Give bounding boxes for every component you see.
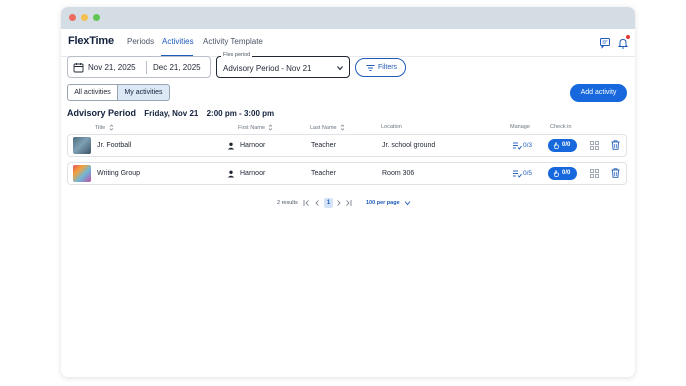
activity-thumbnail	[73, 137, 91, 154]
period-time: 2:00 pm - 3:00 pm	[206, 109, 275, 118]
period-heading: Advisory Period Friday, Nov 21 2:00 pm -…	[67, 108, 274, 118]
location: Room 306	[382, 170, 415, 177]
column-header-manage: Manage	[510, 124, 530, 130]
period-day: Friday, Nov 21	[144, 109, 199, 118]
all-activities-toggle[interactable]: All activities	[67, 84, 118, 101]
check-in-count: 0/0	[562, 170, 571, 176]
column-header-title[interactable]: Title	[95, 124, 114, 131]
roster-list-icon	[513, 142, 522, 150]
person-icon	[227, 170, 235, 178]
roster-list-icon	[513, 170, 522, 178]
maximize-window-button[interactable]	[93, 14, 100, 21]
minimize-window-button[interactable]	[81, 14, 88, 21]
check-in-count: 0/0	[562, 142, 571, 148]
chat-icon[interactable]	[599, 37, 611, 49]
filter-icon	[366, 65, 375, 71]
date-separator	[146, 61, 147, 74]
person-icon	[227, 142, 235, 150]
column-header-first-name-label: First Name	[238, 124, 265, 131]
activity-title[interactable]: Writing Group	[97, 170, 140, 177]
tab-periods[interactable]: Periods	[127, 37, 154, 46]
my-activities-toggle[interactable]: My activities	[117, 84, 170, 101]
title-bar	[61, 7, 635, 29]
activity-title[interactable]: Jr. Football	[97, 142, 131, 149]
end-date[interactable]: Dec 21, 2025	[153, 63, 201, 72]
app-logo[interactable]: FlexTime	[68, 35, 114, 47]
tab-activity-template[interactable]: Activity Template	[203, 37, 263, 46]
check-in-button[interactable]: 0/0	[548, 167, 577, 180]
flex-period-value: Advisory Period - Nov 21	[223, 64, 312, 73]
location: Jr. school ground	[382, 142, 436, 149]
current-page[interactable]: 1	[324, 198, 333, 208]
column-header-check-in: Check in	[550, 124, 572, 130]
close-window-button[interactable]	[69, 14, 76, 21]
flex-period-select[interactable]: Flex period Advisory Period - Nov 21	[216, 52, 350, 78]
add-activity-button[interactable]: Add activity	[570, 84, 627, 102]
results-count: 2 results	[277, 200, 298, 206]
first-name: Harnoor	[240, 142, 266, 149]
date-range-picker[interactable]: Nov 21, 2025 Dec 21, 2025	[67, 56, 211, 78]
hand-icon	[553, 142, 559, 149]
tab-activities[interactable]: Activities	[162, 37, 194, 46]
activity-thumbnail	[73, 165, 91, 182]
column-header-location: Location	[381, 124, 402, 130]
column-header-last-name-label: Last Name	[310, 124, 337, 131]
sort-icon	[340, 124, 345, 131]
period-title: Advisory Period	[67, 108, 137, 118]
chevron-down-icon[interactable]	[404, 200, 411, 206]
trash-icon[interactable]	[611, 140, 620, 150]
chevron-down-icon	[337, 66, 343, 71]
previous-page-icon[interactable]	[314, 199, 321, 207]
trash-icon[interactable]	[611, 168, 620, 178]
last-name: Teacher	[311, 170, 336, 177]
top-nav: FlexTime Periods Activities Activity Tem…	[61, 29, 635, 57]
filters-button-label: Filters	[378, 64, 398, 71]
manage-count: 0/3	[523, 142, 533, 149]
last-page-icon[interactable]	[345, 199, 352, 207]
manage-count: 0/5	[523, 170, 533, 177]
page-size-select[interactable]: 100 per page	[366, 200, 400, 206]
first-name: Harnoor	[240, 170, 266, 177]
notification-badge	[626, 35, 630, 39]
column-header-title-label: Title	[95, 124, 106, 131]
hand-icon	[553, 170, 559, 177]
flex-period-label: Flex period	[221, 52, 253, 58]
next-page-icon[interactable]	[335, 199, 342, 207]
start-date[interactable]: Nov 21, 2025	[88, 63, 136, 72]
last-name: Teacher	[311, 142, 336, 149]
first-page-icon[interactable]	[303, 199, 310, 207]
column-header-first-name[interactable]: First Name	[238, 124, 273, 131]
sort-icon	[269, 124, 273, 131]
app-window: FlexTime Periods Activities Activity Tem…	[61, 7, 635, 377]
qr-code-icon[interactable]	[590, 169, 599, 178]
check-in-button[interactable]: 0/0	[548, 139, 577, 152]
calendar-icon	[73, 63, 84, 73]
filters-button[interactable]: Filters	[355, 58, 406, 77]
table-row[interactable]: Writing Group Harnoor Teacher Room 306 0…	[67, 162, 627, 185]
sort-icon	[109, 124, 113, 131]
table-row[interactable]: Jr. Football Harnoor Teacher Jr. school …	[67, 134, 627, 157]
qr-code-icon[interactable]	[590, 141, 599, 150]
column-header-last-name[interactable]: Last Name	[310, 124, 345, 131]
